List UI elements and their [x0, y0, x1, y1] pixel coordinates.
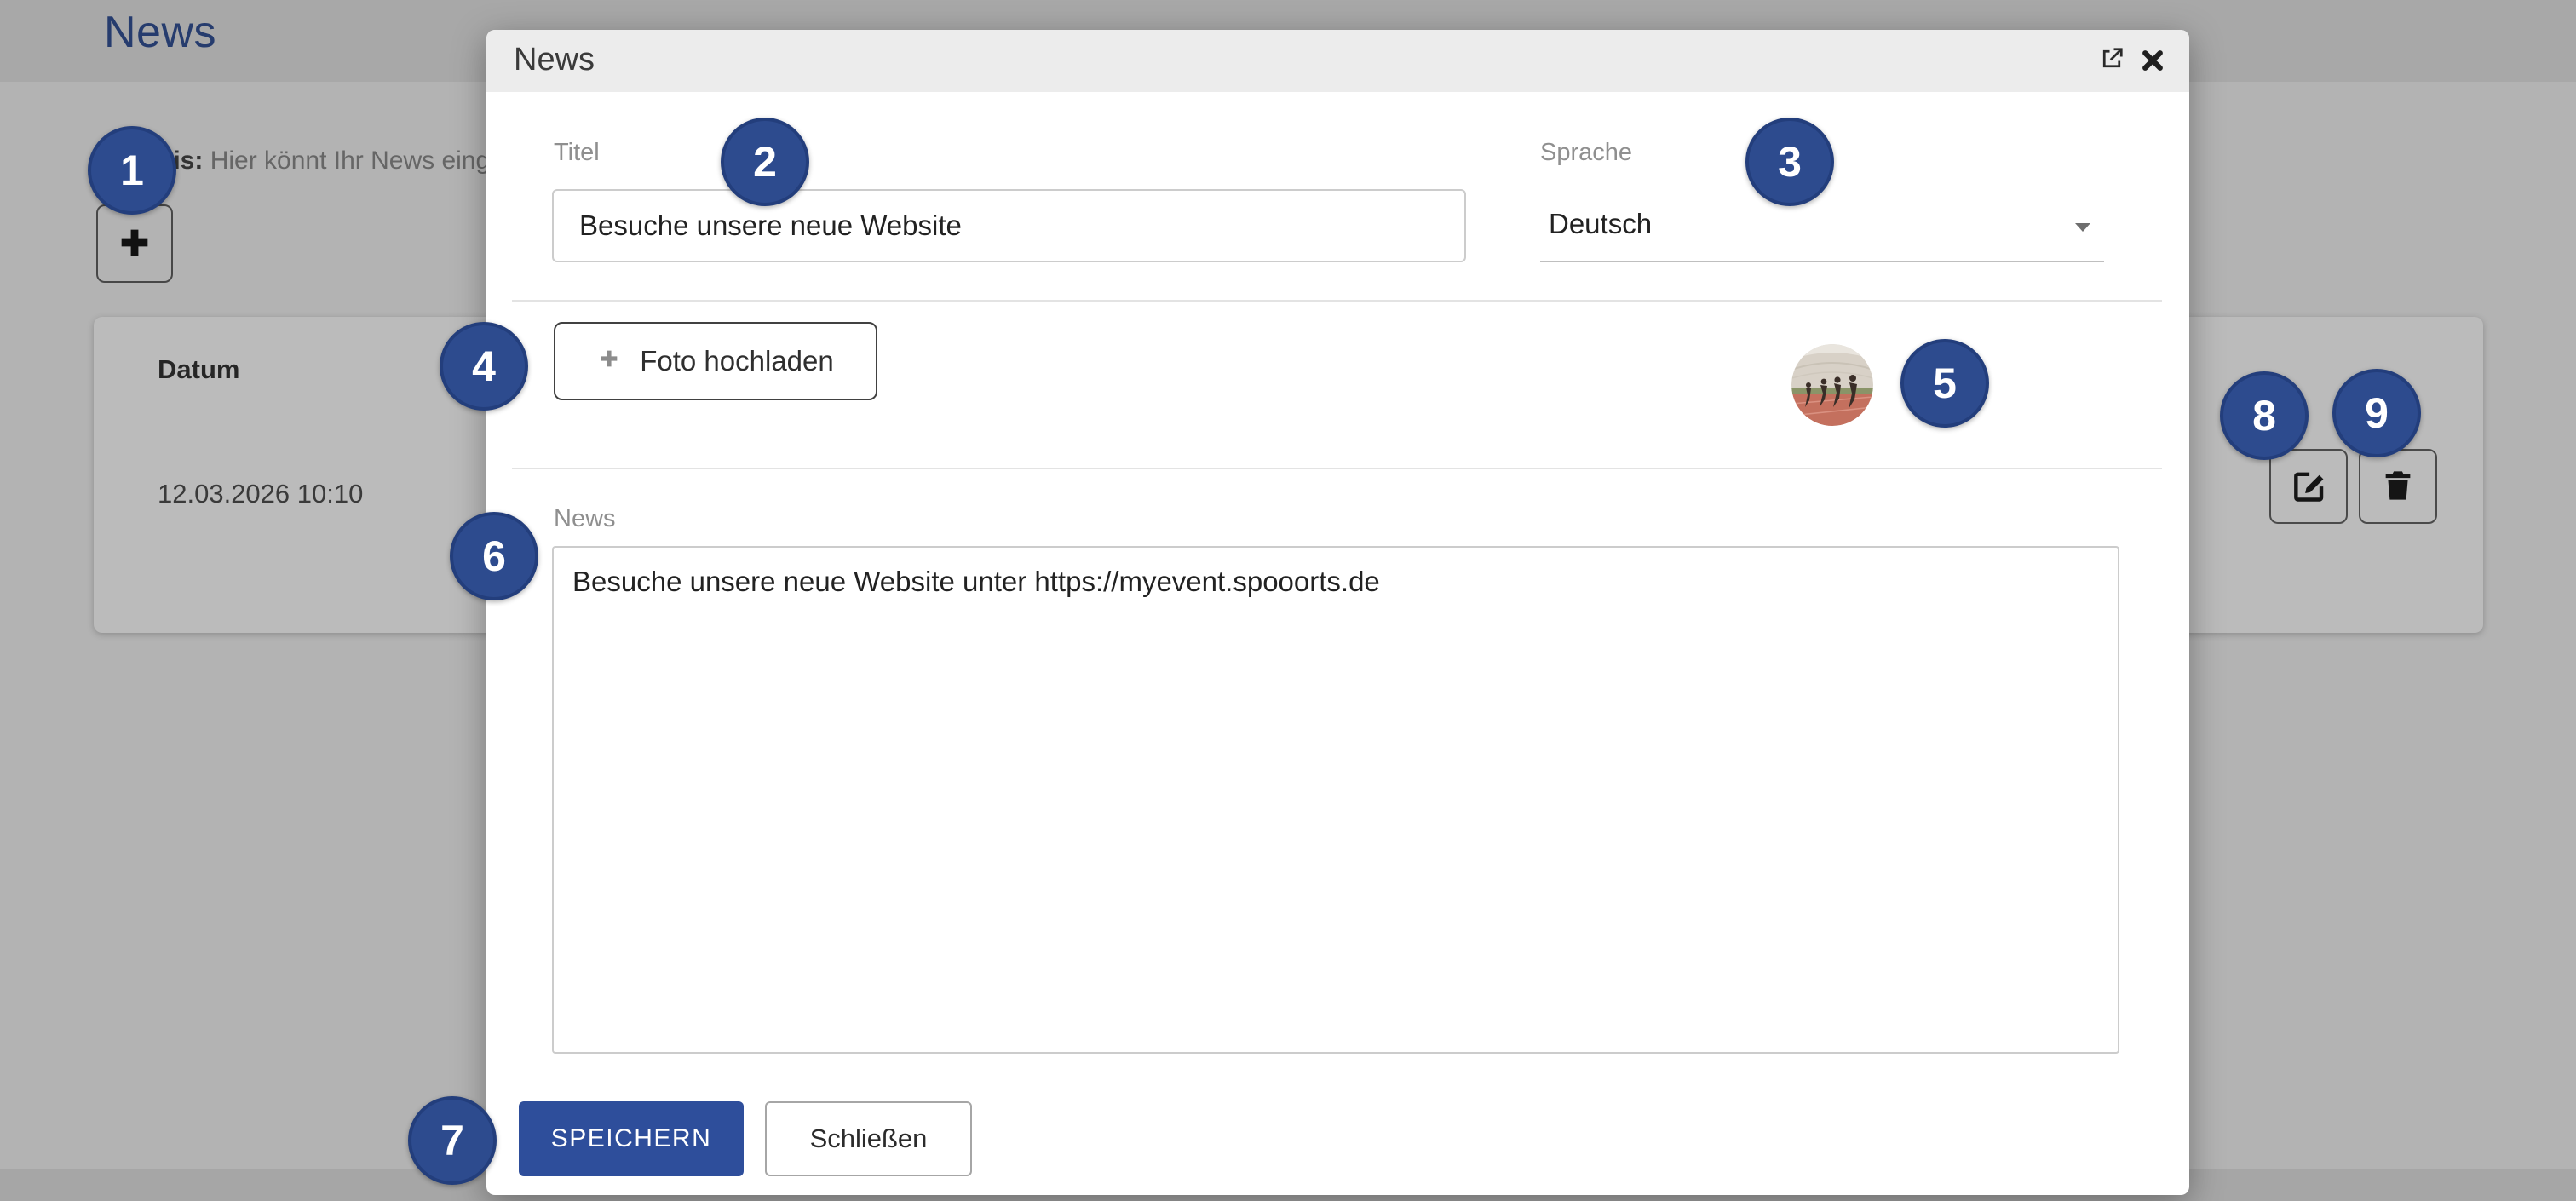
news-dialog: News Titel Sprache Deutsch — [486, 30, 2189, 1195]
annotation-badge-5: 5 — [1900, 339, 1989, 428]
chevron-down-icon — [2073, 221, 2092, 238]
news-photo-thumbnail[interactable] — [1791, 344, 1873, 426]
close-icon — [2141, 49, 2165, 77]
column-header-datum: Datum — [158, 354, 239, 385]
annotation-badge-8: 8 — [2220, 371, 2309, 460]
annotation-badge-2: 2 — [721, 118, 809, 206]
titel-input[interactable] — [552, 189, 1466, 262]
delete-news-button[interactable] — [2359, 449, 2437, 524]
sprache-label: Sprache — [1540, 139, 1632, 167]
titel-label: Titel — [554, 139, 600, 167]
close-dialog-button[interactable] — [2137, 47, 2168, 78]
annotation-badge-6: 6 — [450, 512, 538, 600]
annotation-badge-9: 9 — [2332, 369, 2421, 457]
trash-icon — [2380, 468, 2416, 506]
close-button[interactable]: Schließen — [765, 1101, 972, 1176]
annotation-badge-3: 3 — [1745, 118, 1834, 206]
dialog-header: News — [486, 30, 2189, 92]
edit-news-button[interactable] — [2269, 449, 2348, 524]
edit-icon — [2290, 467, 2327, 507]
screen: News Hinweis: Hier könnt Ihr News eing D… — [0, 0, 2576, 1201]
hint-text-rest: Hier könnt Ihr News eing — [210, 147, 490, 175]
news-label: News — [554, 505, 616, 533]
dialog-title: News — [514, 42, 595, 78]
sprache-select[interactable]: Deutsch — [1540, 196, 2104, 262]
divider — [512, 300, 2162, 302]
page-title: News — [104, 7, 216, 58]
open-in-new-window-button[interactable] — [2096, 45, 2127, 76]
upload-photo-button[interactable]: Foto hochladen — [554, 322, 877, 400]
expand-icon — [2099, 46, 2125, 76]
save-button[interactable]: SPEICHERN — [519, 1101, 744, 1176]
annotation-badge-1: 1 — [88, 126, 176, 215]
annotation-badge-7: 7 — [408, 1096, 497, 1185]
annotation-badge-4: 4 — [440, 322, 528, 411]
add-news-button[interactable] — [96, 204, 173, 283]
news-row-date: 12.03.2026 10:10 — [158, 479, 363, 509]
news-textarea[interactable]: Besuche unsere neue Website unter https:… — [552, 546, 2119, 1054]
plus-icon — [597, 345, 621, 377]
plus-icon — [115, 223, 154, 265]
sprache-selected-value: Deutsch — [1549, 208, 1652, 240]
upload-photo-label: Foto hochladen — [640, 345, 834, 377]
divider — [512, 468, 2162, 469]
